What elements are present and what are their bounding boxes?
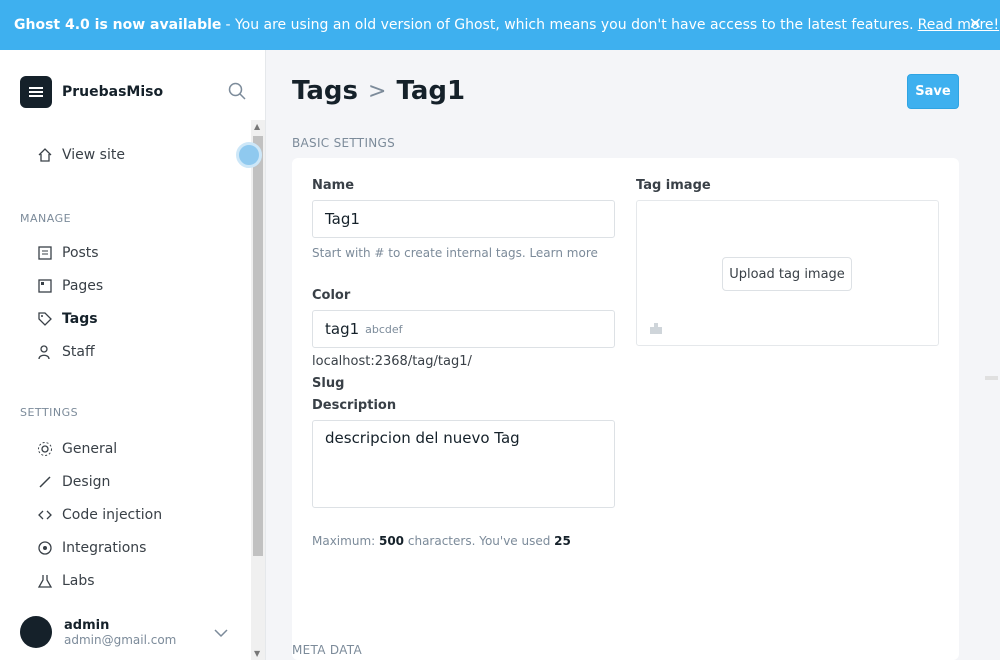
brush-icon (36, 473, 54, 491)
chevron-down-icon[interactable] (214, 628, 228, 638)
sidebar-item-code-injection[interactable]: Code injection (36, 506, 162, 524)
sidebar-item-label: Posts (62, 245, 99, 261)
slug-input[interactable]: tag1 abcdef (312, 310, 615, 348)
home-icon (36, 146, 54, 164)
pages-icon (36, 277, 54, 295)
color-label: Color (312, 288, 351, 303)
page-scrollbar[interactable] (985, 50, 1000, 660)
description-textarea[interactable]: descripcion del nuevo Tag (312, 420, 615, 508)
close-icon[interactable]: ✕ (969, 14, 982, 33)
sidebar-item-label: View site (62, 147, 125, 163)
sidebar-item-label: Integrations (62, 540, 147, 556)
banner-read-more-link[interactable]: Read more! (918, 17, 1000, 33)
sidebar-item-design[interactable]: Design (36, 473, 110, 491)
sidebar-item-label: Code injection (62, 507, 163, 523)
name-hint: Start with # to create internal tags. Le… (312, 246, 598, 260)
sidebar-item-tags[interactable]: Tags (36, 310, 98, 328)
sidebar-item-labs[interactable]: Labs (36, 572, 95, 590)
code-icon (36, 506, 54, 524)
scroll-down-icon[interactable]: ▼ (254, 649, 260, 658)
avatar (20, 616, 52, 648)
sidebar-item-label: Pages (62, 278, 104, 294)
scrollbar-thumb[interactable] (253, 136, 263, 556)
sidebar-item-label: General (62, 441, 118, 457)
sidebar-item-label: Staff (62, 344, 95, 360)
color-placeholder: abcdef (365, 322, 403, 336)
image-icon (650, 323, 662, 334)
sidebar-item-posts[interactable]: Posts (36, 244, 99, 262)
brand[interactable]: PruebasMiso (20, 76, 163, 108)
sidebar-item-label: Labs (62, 573, 95, 589)
slug-url: localhost:2368/tag/tag1/ (312, 354, 472, 369)
name-input[interactable]: Tag1 (312, 200, 615, 238)
sidebar-item-staff[interactable]: Staff (36, 343, 95, 361)
user-menu[interactable]: admin admin@gmail.com (20, 616, 176, 648)
site-name: PruebasMiso (62, 84, 164, 100)
integrations-icon (36, 539, 54, 557)
tag-image-dropzone[interactable]: Upload tag image (636, 200, 939, 346)
sidebar-item-general[interactable]: General (36, 440, 117, 458)
sidebar-item-label: Design (62, 474, 111, 490)
settings-section-label: SETTINGS (20, 406, 79, 419)
manage-section-label: MANAGE (20, 212, 72, 225)
breadcrumb-tags-link[interactable]: Tags (292, 76, 358, 106)
hint-mid: characters. You've used (404, 534, 555, 548)
hint-used: 25 (554, 534, 571, 548)
description-hint: Maximum: 500 characters. You've used 25 (312, 534, 571, 548)
update-banner: Ghost 4.0 is now available - You are usi… (0, 0, 1000, 50)
description-label: Description (312, 398, 397, 413)
basic-settings-heading: BASIC SETTINGS (292, 136, 396, 150)
breadcrumb: Tags > Tag1 (292, 76, 465, 106)
save-button[interactable]: Save (907, 74, 959, 109)
tag-image-label: Tag image (636, 178, 711, 193)
banner-title: Ghost 4.0 is now available (14, 17, 222, 33)
ghost-logo-icon (20, 76, 52, 108)
sidebar-scrollbar[interactable]: ▲ ▼ (251, 120, 265, 660)
hint-prefix: Maximum: (312, 534, 379, 548)
page-scrollbar-thumb[interactable] (985, 376, 998, 380)
upload-tag-image-button[interactable]: Upload tag image (722, 257, 852, 291)
page-title: Tag1 (396, 76, 466, 106)
basic-settings-card: Name Tag1 Start with # to create interna… (292, 158, 959, 660)
main-content: Tags > Tag1 Save BASIC SETTINGS Name Tag… (267, 50, 1000, 660)
slug-label: Slug (312, 376, 345, 391)
name-label: Name (312, 178, 355, 193)
slug-value: tag1 (325, 320, 360, 338)
user-name: admin (64, 617, 110, 633)
meta-data-heading: META DATA (292, 643, 362, 657)
sidebar-item-pages[interactable]: Pages (36, 277, 103, 295)
user-email: admin@gmail.com (64, 632, 177, 647)
hint-max: 500 (378, 534, 405, 548)
sidebar-item-view-site[interactable]: View site (36, 146, 125, 164)
tags-icon (36, 310, 54, 328)
scroll-up-icon[interactable]: ▲ (254, 122, 260, 131)
search-icon[interactable] (228, 82, 246, 100)
staff-icon (36, 343, 54, 361)
sidebar-item-integrations[interactable]: Integrations (36, 539, 146, 557)
pointer-indicator (236, 142, 262, 168)
gear-icon (36, 440, 54, 458)
chevron-right-icon: > (368, 78, 387, 104)
sidebar: PruebasMiso View site MANAGE Posts Pages… (0, 50, 266, 660)
posts-icon (36, 244, 54, 262)
labs-icon (36, 572, 54, 590)
banner-message: - You are using an old version of Ghost,… (225, 17, 914, 33)
sidebar-item-label: Tags (62, 311, 98, 327)
